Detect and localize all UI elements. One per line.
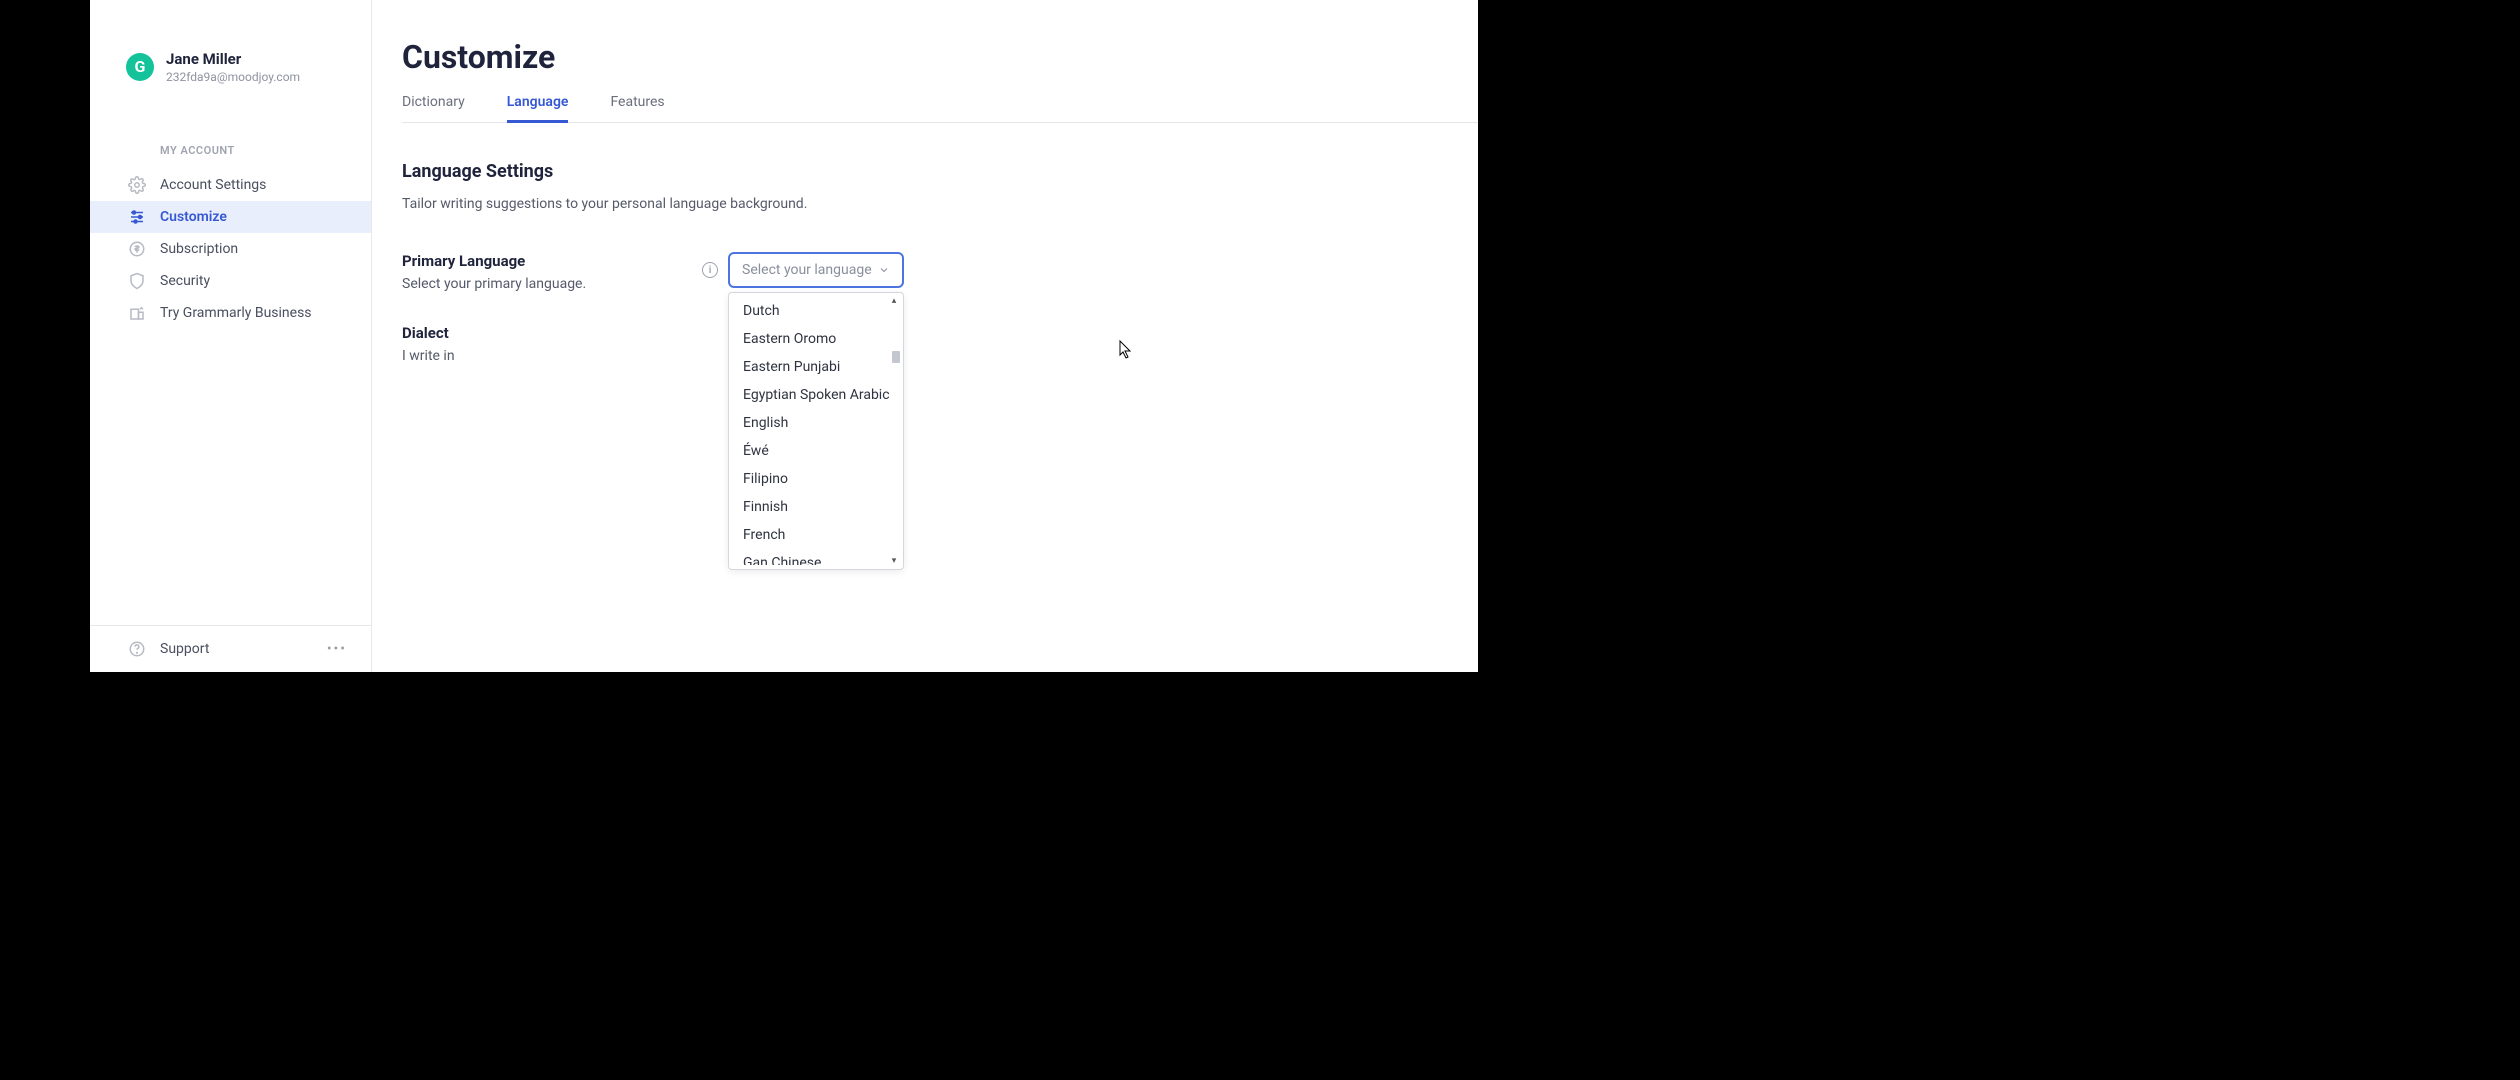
dialect-help: I write in bbox=[402, 348, 702, 364]
info-icon[interactable]: i bbox=[702, 262, 718, 278]
tabs: Dictionary Language Features bbox=[402, 94, 1478, 123]
profile-block: G Jane Miller 232fda9a@moodjoy.com bbox=[90, 50, 371, 84]
user-name: Jane Miller bbox=[166, 50, 300, 70]
help-icon bbox=[128, 640, 146, 658]
sidebar-item-label: Customize bbox=[160, 209, 227, 225]
sidebar-item-label: Try Grammarly Business bbox=[160, 305, 312, 321]
chevron-down-icon bbox=[878, 261, 890, 280]
sliders-icon bbox=[128, 208, 146, 226]
dialect-label: Dialect bbox=[402, 324, 702, 342]
dropdown-option[interactable]: Eastern Oromo bbox=[729, 325, 903, 353]
section-heading: Language Settings bbox=[402, 161, 1478, 182]
scroll-up-arrow[interactable]: ▴ bbox=[888, 295, 900, 307]
avatar[interactable]: G bbox=[126, 53, 154, 81]
dropdown-option[interactable]: Éwé bbox=[729, 437, 903, 465]
language-dropdown: ▴ Dutch Eastern Oromo Eastern Punjabi Eg… bbox=[728, 292, 904, 570]
dropdown-option[interactable]: Dutch bbox=[729, 297, 903, 325]
scrollbar-thumb[interactable] bbox=[892, 351, 900, 363]
sidebar-bottom: Support ••• bbox=[90, 625, 371, 672]
tab-features[interactable]: Features bbox=[610, 94, 664, 123]
app-window: G Jane Miller 232fda9a@moodjoy.com MY AC… bbox=[90, 0, 1478, 672]
sidebar-item-customize[interactable]: Customize bbox=[90, 201, 371, 233]
dropdown-option[interactable]: Gan Chinese bbox=[729, 549, 903, 565]
dialect-row: Dialect I write in bbox=[402, 324, 1478, 364]
primary-language-label: Primary Language bbox=[402, 252, 702, 270]
dropdown-option[interactable]: Finnish bbox=[729, 493, 903, 521]
dropdown-option[interactable]: French bbox=[729, 521, 903, 549]
sidebar-item-label: Account Settings bbox=[160, 177, 266, 193]
support-label: Support bbox=[160, 641, 209, 657]
dropdown-option[interactable]: Eastern Punjabi bbox=[729, 353, 903, 381]
sidebar-section-label: MY ACCOUNT bbox=[90, 144, 371, 169]
main-content: Customize Dictionary Language Features L… bbox=[372, 0, 1478, 672]
primary-language-row: Primary Language Select your primary lan… bbox=[402, 252, 1478, 292]
shield-icon bbox=[128, 272, 146, 290]
sidebar: G Jane Miller 232fda9a@moodjoy.com MY AC… bbox=[90, 0, 372, 672]
support-link[interactable]: Support bbox=[128, 640, 209, 658]
scroll-down-arrow[interactable]: ▾ bbox=[888, 555, 900, 567]
sidebar-item-account-settings[interactable]: Account Settings bbox=[90, 169, 371, 201]
more-icon[interactable]: ••• bbox=[327, 641, 347, 657]
nav-list: Account Settings Customize Subscription … bbox=[90, 169, 371, 329]
sidebar-item-security[interactable]: Security bbox=[90, 265, 371, 297]
dollar-icon bbox=[128, 240, 146, 258]
dropdown-option[interactable]: Egyptian Spoken Arabic bbox=[729, 381, 903, 409]
tab-language[interactable]: Language bbox=[507, 94, 569, 123]
page-title: Customize bbox=[402, 38, 1478, 76]
building-icon bbox=[128, 304, 146, 322]
user-email: 232fda9a@moodjoy.com bbox=[166, 70, 300, 84]
sidebar-item-label: Security bbox=[160, 273, 210, 289]
primary-language-help: Select your primary language. bbox=[402, 276, 702, 292]
sidebar-item-subscription[interactable]: Subscription bbox=[90, 233, 371, 265]
gear-icon bbox=[128, 176, 146, 194]
dropdown-option[interactable]: English bbox=[729, 409, 903, 437]
sidebar-item-try-business[interactable]: Try Grammarly Business bbox=[90, 297, 371, 329]
tab-dictionary[interactable]: Dictionary bbox=[402, 94, 465, 123]
section-description: Tailor writing suggestions to your perso… bbox=[402, 196, 1478, 212]
dropdown-option[interactable]: Filipino bbox=[729, 465, 903, 493]
primary-language-select[interactable]: Select your language bbox=[728, 252, 904, 288]
sidebar-item-label: Subscription bbox=[160, 241, 238, 257]
select-placeholder: Select your language bbox=[742, 262, 872, 278]
